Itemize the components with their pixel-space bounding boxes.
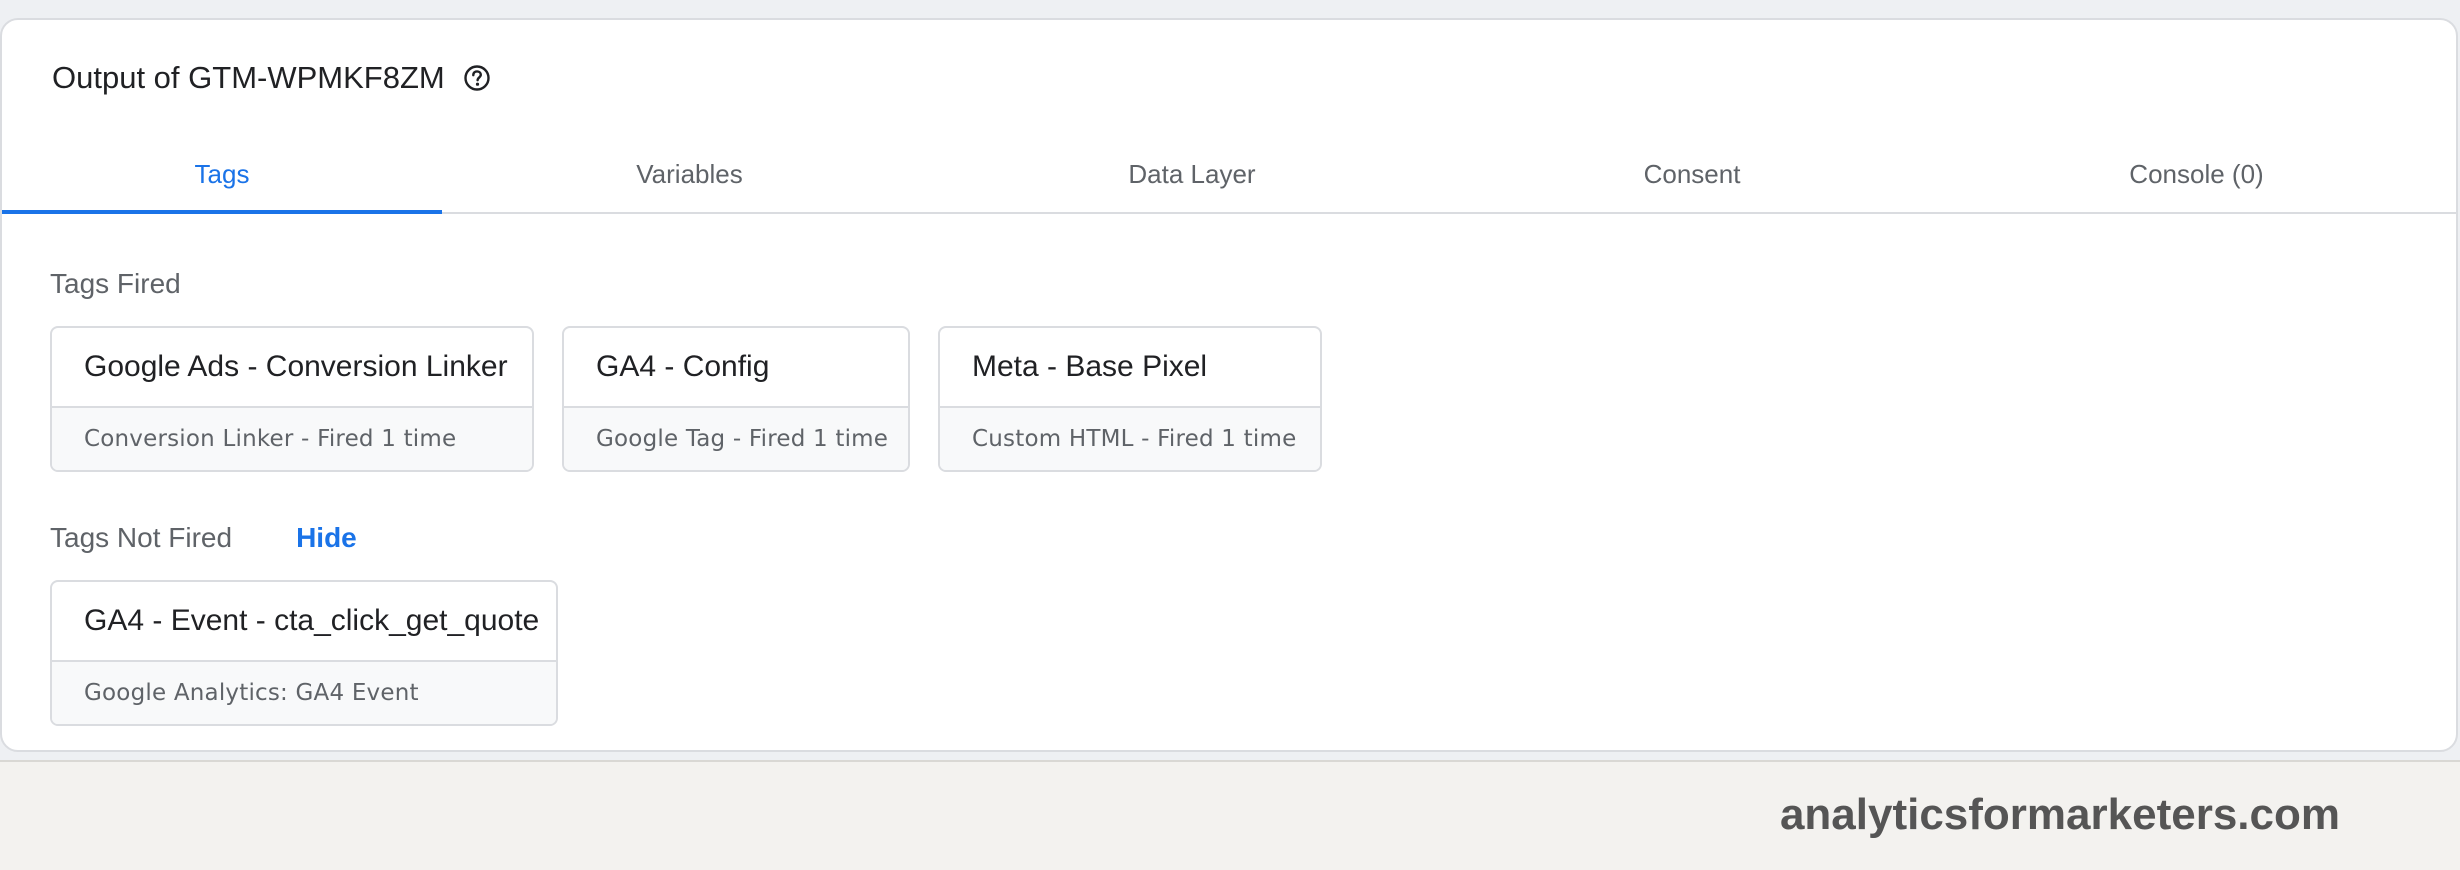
tag-name: GA4 - Event - cta_click_get_quote <box>52 582 556 662</box>
brand-watermark: analyticsformarketers.com <box>1779 790 2340 839</box>
panel-header: Output of GTM-WPMKF8ZM <box>52 58 491 98</box>
tab-console[interactable]: Console (0) <box>1937 142 2456 212</box>
tag-card[interactable]: Meta - Base Pixel Custom HTML - Fired 1 … <box>938 326 1322 472</box>
hide-link[interactable]: Hide <box>296 522 357 554</box>
tab-tags[interactable]: Tags <box>2 142 442 214</box>
output-panel: Output of GTM-WPMKF8ZM Tags Variables Da… <box>0 18 2458 752</box>
tag-detail: Google Tag - Fired 1 time <box>564 408 908 470</box>
tag-card[interactable]: GA4 - Config Google Tag - Fired 1 time <box>562 326 910 472</box>
tags-not-fired-heading: Tags Not Fired <box>50 522 233 553</box>
tab-data-layer[interactable]: Data Layer <box>937 142 1447 212</box>
tags-not-fired-list: GA4 - Event - cta_click_get_quote Google… <box>50 580 558 726</box>
tag-detail: Google Analytics: GA4 Event <box>52 662 556 724</box>
footer-banner: analyticsformarketers.com <box>0 760 2460 870</box>
tag-name: Google Ads - Conversion Linker <box>52 328 532 408</box>
tab-bar: Tags Variables Data Layer Consent Consol… <box>2 142 2456 214</box>
tag-name: Meta - Base Pixel <box>940 328 1320 408</box>
tag-detail: Custom HTML - Fired 1 time <box>940 408 1320 470</box>
tag-card[interactable]: GA4 - Event - cta_click_get_quote Google… <box>50 580 558 726</box>
help-circle-icon[interactable] <box>463 64 491 92</box>
tags-fired-list: Google Ads - Conversion Linker Conversio… <box>50 326 1322 472</box>
page-title: Output of GTM-WPMKF8ZM <box>52 60 445 95</box>
tab-variables[interactable]: Variables <box>442 142 937 212</box>
tab-consent[interactable]: Consent <box>1447 142 1937 212</box>
tags-not-fired-header: Tags Not Fired Hide <box>50 522 357 554</box>
tag-card[interactable]: Google Ads - Conversion Linker Conversio… <box>50 326 534 472</box>
tags-fired-heading: Tags Fired <box>50 268 181 299</box>
tag-detail: Conversion Linker - Fired 1 time <box>52 408 532 470</box>
tag-name: GA4 - Config <box>564 328 908 408</box>
